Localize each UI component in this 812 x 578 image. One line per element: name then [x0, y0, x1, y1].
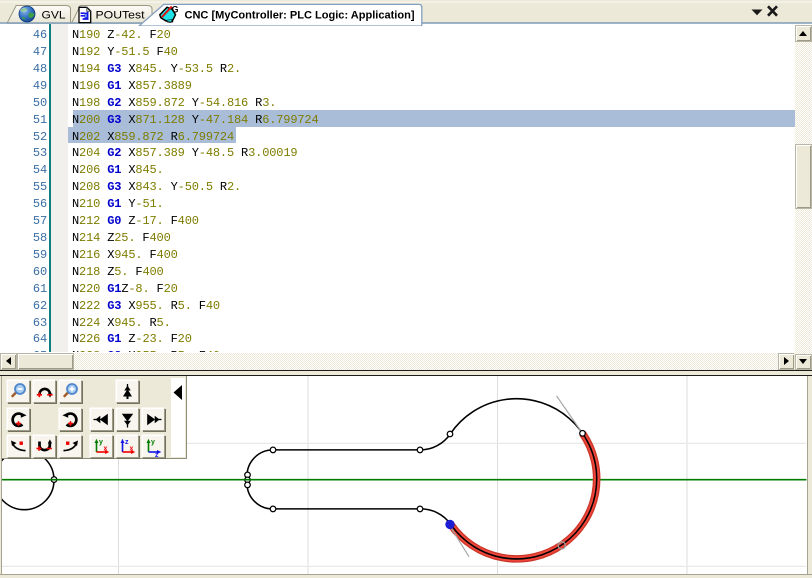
svg-text:z: z — [125, 439, 129, 446]
svg-text:G: G — [172, 5, 179, 15]
svg-text:x: x — [104, 445, 108, 452]
svg-text:GVL: GVL — [42, 9, 66, 21]
svg-text:z: z — [155, 452, 159, 457]
svg-text:x: x — [130, 445, 134, 452]
svg-text:y: y — [99, 439, 103, 446]
svg-text:POUTest: POUTest — [96, 9, 145, 21]
svg-text:CNC [MyController: PLC Logic:: CNC [MyController: PLC Logic: Applicatio… — [185, 9, 415, 21]
svg-text:y: y — [151, 439, 155, 446]
